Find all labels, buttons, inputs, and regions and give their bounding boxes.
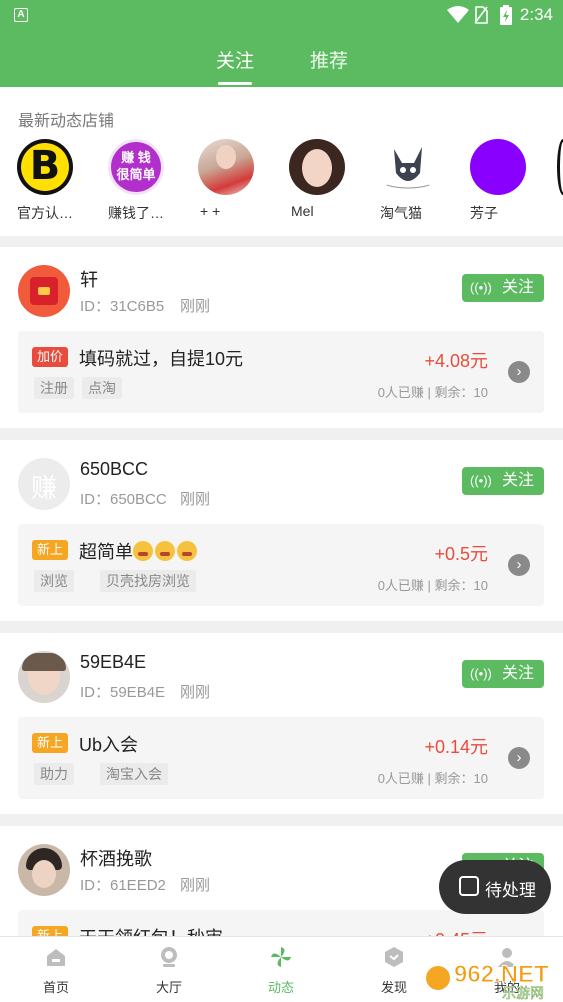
nav-home[interactable]: 首页 — [16, 937, 96, 1002]
task-progress: 0人已赚 | 剩余：10 — [377, 771, 488, 786]
task-title: 天天领红包！秒审 — [79, 924, 223, 936]
shop-name: 芳子 — [470, 205, 498, 221]
shop-name: + + — [200, 203, 221, 219]
shop-avatar: B — [17, 139, 73, 195]
feed-card[interactable]: 59EB4E ID：59EB4E 刚刚 ((•)) 关注 新上 Ub入会 助力 … — [0, 633, 563, 814]
shop-name: 淘气猫 — [380, 205, 422, 221]
task-title: 超简单 — [79, 538, 199, 564]
task-tag: 贝壳找房浏览 — [100, 570, 196, 592]
broadcast-icon: ((•)) — [470, 473, 492, 488]
task-tag: 注册 — [34, 377, 74, 399]
pending-list-icon — [459, 876, 479, 896]
broadcast-icon: ((•)) — [470, 666, 492, 681]
follow-button[interactable]: ((•)) 关注 — [462, 467, 544, 495]
shop-name: 赚钱了… — [108, 205, 164, 221]
broadcast-icon: ((•)) — [470, 280, 492, 295]
post-time: 刚刚 — [180, 684, 211, 701]
emoji-icon — [155, 541, 175, 561]
task-item[interactable]: 新上 超简单 浏览 贝壳找房浏览 +0.5元 0人已赚 | 剩余：10 › — [18, 524, 544, 606]
user-id: ID：61EED2 — [80, 877, 166, 894]
home-icon — [47, 949, 65, 966]
shop-item[interactable]: 赚 钱 很简单 赚钱了… — [108, 139, 178, 223]
task-tag: 淘宝入会 — [100, 763, 168, 785]
post-time: 刚刚 — [180, 491, 211, 508]
no-sim-icon — [474, 6, 488, 24]
task-badge: 新上 — [32, 926, 69, 936]
tab-following[interactable]: 关注 — [216, 46, 254, 73]
shop-item[interactable]: Mel — [289, 139, 359, 219]
task-badge: 加价 — [32, 347, 69, 367]
task-reward: +4.08元 — [424, 351, 488, 371]
follow-button[interactable]: ((•)) 关注 — [462, 274, 544, 302]
shop-item[interactable]: 淘气猫 — [380, 139, 450, 223]
chevron-right-icon[interactable]: › — [508, 747, 530, 769]
user-name: 杯酒挽歌 — [80, 849, 152, 869]
chevron-right-icon[interactable]: › — [508, 554, 530, 576]
user-name: 650BCC — [80, 459, 149, 479]
task-badge: 新上 — [32, 540, 69, 560]
task-progress: 0人已赚 | 剩余：10 — [377, 578, 488, 593]
shop-item[interactable]: 芳子 — [470, 139, 540, 223]
emoji-icon — [177, 541, 197, 561]
status-bar: A 2:34 — [0, 0, 563, 30]
post-time: 刚刚 — [180, 298, 211, 315]
battery-icon — [500, 5, 512, 25]
shop-avatar — [470, 139, 526, 195]
top-tab-bar: 关注 推荐 — [0, 30, 563, 87]
task-reward: +0.5元 — [434, 544, 488, 564]
task-tag: 助力 — [34, 763, 74, 785]
task-title: Ub入会 — [79, 735, 139, 755]
nav-feed[interactable]: 动态 — [241, 937, 321, 1002]
nav-hall[interactable]: 大厅 — [129, 937, 209, 1002]
shop-item[interactable]: B 官方认… — [17, 139, 87, 223]
shop-avatar — [289, 139, 345, 195]
site-watermark: 962.NET 乐游网 — [424, 952, 563, 1002]
task-reward: +0.45元 — [424, 926, 488, 936]
shop-name: 官方认… — [17, 205, 73, 221]
wifi-icon — [447, 6, 469, 23]
task-item[interactable]: 新上 Ub入会 助力 淘宝入会 +0.14元 0人已赚 | 剩余：10 › — [18, 717, 544, 799]
task-tag: 浏览 — [34, 570, 74, 592]
task-tag: 点淘 — [82, 377, 122, 399]
active-tab-indicator — [218, 82, 252, 85]
app-notification-icon: A — [14, 8, 28, 22]
shop-item[interactable]: + + — [198, 139, 268, 219]
follow-button[interactable]: ((•)) 关注 — [462, 660, 544, 688]
svg-text:962.NET: 962.NET — [454, 961, 549, 988]
chevron-right-icon[interactable]: › — [508, 361, 530, 383]
task-badge: 新上 — [32, 733, 69, 753]
user-avatar — [18, 651, 70, 703]
clock: 2:34 — [519, 5, 553, 24]
task-title: 填码就过，自提10元 — [79, 349, 244, 369]
feed-card[interactable]: 轩 ID：31C6B5 刚刚 ((•)) 关注 加价 填码就过，自提10元 注册… — [0, 247, 563, 428]
shop-avatar — [198, 139, 254, 195]
user-avatar — [18, 265, 70, 317]
hall-icon — [161, 947, 177, 967]
svg-text:乐游网: 乐游网 — [502, 986, 544, 1002]
shop-name: Mel — [291, 203, 314, 219]
user-name: 59EB4E — [80, 652, 147, 672]
shop-avatar: 赚 钱 很简单 — [108, 139, 164, 195]
pinwheel-icon — [271, 947, 291, 967]
task-reward: +0.14元 — [424, 737, 488, 757]
section-title: 最新动态店铺 — [18, 113, 115, 130]
shop-avatar — [380, 139, 436, 195]
post-time: 刚刚 — [180, 877, 211, 894]
latest-shops-section: 最新动态店铺 B 官方认… 赚 钱 很简单 赚钱了… + + Mel 淘气猫 芳… — [0, 87, 563, 236]
task-progress: 0人已赚 | 剩余：10 — [377, 385, 488, 400]
nav-discover[interactable]: 发现 — [354, 937, 434, 1002]
user-id: ID：650BCC — [80, 491, 167, 508]
feed-card[interactable]: 赚 650BCC ID：650BCC 刚刚 ((•)) 关注 新上 超简单 浏览… — [0, 440, 563, 621]
tab-recommended[interactable]: 推荐 — [310, 46, 348, 73]
user-id: ID：31C6B5 — [80, 298, 165, 315]
discover-icon — [385, 947, 403, 967]
user-avatar — [18, 844, 70, 896]
user-id: ID：59EB4E — [80, 684, 166, 701]
user-avatar: 赚 — [18, 458, 70, 510]
task-item[interactable]: 加价 填码就过，自提10元 注册 点淘 +4.08元 0人已赚 | 剩余：10 … — [18, 331, 544, 413]
emoji-icon — [133, 541, 153, 561]
shop-avatar-partial — [557, 139, 563, 195]
user-name: 轩 — [80, 270, 98, 290]
pending-tasks-button[interactable]: 待处理 — [439, 860, 551, 914]
